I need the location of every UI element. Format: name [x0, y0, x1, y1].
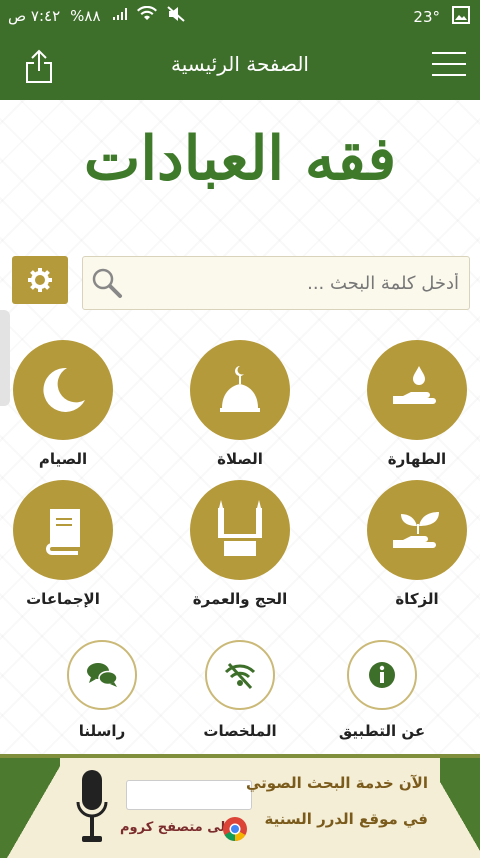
banner-chrome-text: على متصفح كروم — [120, 820, 235, 835]
mute-icon — [166, 6, 185, 26]
about-app-item[interactable]: عن التطبيق — [322, 640, 442, 740]
magnifier-icon — [92, 268, 122, 298]
kaaba-icon — [218, 500, 262, 556]
summary-icon — [224, 662, 256, 690]
category-zakah[interactable]: الزكاة — [362, 480, 472, 608]
item-label: راسلنا — [78, 722, 126, 740]
menu-line — [432, 52, 466, 54]
main-content: فقه العبادات أدخل كلمة البحث ... الطهارة… — [0, 100, 480, 754]
category-label: الحج والعمرة — [192, 590, 288, 608]
wifi-icon — [136, 5, 157, 26]
banner-headline: الآن خدمة البحث الصوتي — [246, 774, 428, 792]
hand-plant-icon — [393, 512, 439, 548]
category-label: الصلاة — [217, 450, 263, 468]
chrome-icon — [222, 816, 248, 842]
search-input[interactable] — [131, 257, 461, 309]
battery-percent: %٨٨ — [70, 7, 101, 25]
app-logo: فقه العبادات — [60, 114, 420, 224]
banner-search-box — [126, 780, 252, 810]
logo-text: فقه العبادات — [83, 124, 397, 194]
item-ring — [205, 640, 275, 710]
category-hajj[interactable]: الحج والعمرة — [185, 480, 295, 608]
category-circle — [13, 480, 113, 580]
banner-decoration — [0, 758, 60, 858]
status-time: ٧:٤٢ ص — [8, 7, 61, 25]
category-taharah[interactable]: الطهارة — [362, 340, 472, 468]
category-label: الإجماعات — [26, 590, 100, 608]
settings-button[interactable] — [12, 256, 68, 304]
mosque-dome-icon — [220, 366, 260, 412]
category-siyam[interactable]: الصيام — [8, 340, 118, 468]
chat-bubbles-icon — [87, 663, 118, 687]
book-icon — [46, 509, 80, 555]
category-label: الصيام — [38, 450, 88, 468]
page-title: الصفحة الرئيسية — [171, 52, 309, 76]
temperature: 23° — [413, 8, 440, 26]
category-salah[interactable]: الصلاة — [185, 340, 295, 468]
info-icon — [369, 662, 395, 688]
app-bar: الصفحة الرئيسية — [0, 34, 480, 100]
ad-banner[interactable]: الآن خدمة البحث الصوتي في موقع الدرر الس… — [0, 754, 480, 858]
category-label: الزكاة — [395, 590, 439, 608]
item-label: عن التطبيق — [338, 722, 426, 740]
microphone-icon — [74, 768, 110, 848]
gear-icon — [28, 268, 52, 292]
menu-line — [432, 63, 466, 65]
contact-us-item[interactable]: راسلنا — [42, 640, 162, 740]
category-label: الطهارة — [387, 450, 447, 468]
hand-water-drop-icon — [393, 366, 436, 404]
summaries-item[interactable]: الملخصات — [180, 640, 300, 740]
item-ring — [347, 640, 417, 710]
category-circle — [190, 340, 290, 440]
search-button[interactable] — [89, 265, 125, 301]
category-circle — [190, 480, 290, 580]
category-ijmaat[interactable]: الإجماعات — [8, 480, 118, 608]
hamburger-menu-button[interactable] — [432, 52, 466, 80]
banner-subline: في موقع الدرر السنية — [264, 810, 428, 828]
category-circle — [367, 480, 467, 580]
category-circle — [13, 340, 113, 440]
status-bar: ٧:٤٢ ص %٨٨ 23° — [0, 0, 480, 34]
banner-decoration — [440, 758, 480, 858]
category-circle — [367, 340, 467, 440]
menu-line — [432, 74, 466, 76]
search-box — [82, 256, 470, 310]
item-ring — [67, 640, 137, 710]
signal-icon — [111, 6, 127, 26]
crescent-moon-icon — [43, 367, 85, 412]
gallery-icon — [452, 6, 470, 28]
item-label: الملخصات — [203, 722, 277, 740]
